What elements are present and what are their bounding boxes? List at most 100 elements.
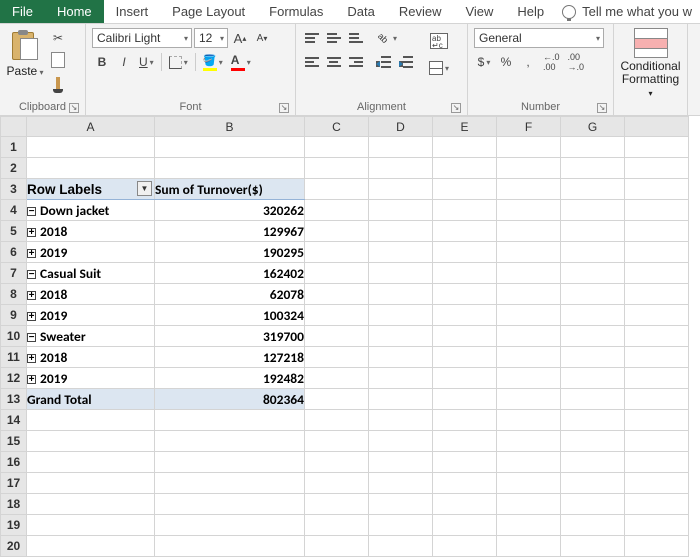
tab-data[interactable]: Data xyxy=(335,0,386,23)
tell-me-search[interactable]: Tell me what you w xyxy=(556,0,698,23)
pivot-group-1-year-1-value[interactable]: 100324 xyxy=(155,305,305,326)
pivot-group-1-total[interactable]: 162402 xyxy=(155,263,305,284)
borders-button[interactable] xyxy=(166,52,191,72)
pivot-grand-total-label[interactable]: Grand Total xyxy=(27,389,155,410)
column-headers[interactable]: A B C D E F G xyxy=(1,117,689,137)
row-header-14[interactable]: 14 xyxy=(1,410,27,431)
expand-icon[interactable]: + xyxy=(27,375,36,384)
fill-color-button[interactable]: 🪣 xyxy=(200,52,226,72)
font-name-select[interactable]: Calibri Light xyxy=(92,28,192,48)
collapse-icon[interactable]: − xyxy=(27,270,36,279)
tab-view[interactable]: View xyxy=(453,0,505,23)
row-header-13[interactable]: 13 xyxy=(1,389,27,410)
row-header-7[interactable]: 7 xyxy=(1,263,27,284)
pivot-row-labels-header[interactable]: Row Labels▼ xyxy=(27,179,155,200)
align-center-button[interactable] xyxy=(324,52,344,72)
pivot-group-1-year-0[interactable]: +2018 xyxy=(27,284,155,305)
merge-center-button[interactable] xyxy=(426,58,452,78)
tab-home[interactable]: Home xyxy=(45,0,104,23)
cut-button[interactable]: ✂ xyxy=(48,28,68,48)
decrease-font-button[interactable]: A▾ xyxy=(252,28,272,48)
worksheet-grid[interactable]: A B C D E F G 123Row Labels▼Sum of Turno… xyxy=(0,116,700,557)
copy-button[interactable] xyxy=(48,50,68,70)
row-header-10[interactable]: 10 xyxy=(1,326,27,347)
row-header-3[interactable]: 3 xyxy=(1,179,27,200)
pivot-value-header[interactable]: Sum of Turnover($) xyxy=(155,179,305,200)
align-left-button[interactable] xyxy=(302,52,322,72)
pivot-group-0-total[interactable]: 320262 xyxy=(155,200,305,221)
col-header-B[interactable]: B xyxy=(155,117,305,137)
row-header-9[interactable]: 9 xyxy=(1,305,27,326)
collapse-icon[interactable]: − xyxy=(27,333,36,342)
font-color-button[interactable]: A xyxy=(228,52,254,72)
row-header-4[interactable]: 4 xyxy=(1,200,27,221)
col-header-C[interactable]: C xyxy=(305,117,369,137)
row-header-19[interactable]: 19 xyxy=(1,515,27,536)
col-header-F[interactable]: F xyxy=(497,117,561,137)
select-all-corner[interactable] xyxy=(1,117,27,137)
expand-icon[interactable]: + xyxy=(27,249,36,258)
pivot-group-1[interactable]: −Casual Suit xyxy=(27,263,155,284)
tab-review[interactable]: Review xyxy=(387,0,454,23)
align-middle-button[interactable] xyxy=(324,28,344,48)
pivot-group-1-year-1[interactable]: +2019 xyxy=(27,305,155,326)
pivot-group-2[interactable]: −Sweater xyxy=(27,326,155,347)
pivot-group-2-year-0-value[interactable]: 127218 xyxy=(155,347,305,368)
number-format-select[interactable]: General xyxy=(474,28,604,48)
format-painter-button[interactable] xyxy=(48,72,68,92)
number-launcher[interactable]: ↘ xyxy=(597,103,607,113)
pivot-group-0[interactable]: −Down jacket xyxy=(27,200,155,221)
expand-icon[interactable]: + xyxy=(27,291,36,300)
clipboard-launcher[interactable]: ↘ xyxy=(69,103,79,113)
row-header-1[interactable]: 1 xyxy=(1,137,27,158)
increase-indent-button[interactable] xyxy=(396,52,416,72)
row-header-16[interactable]: 16 xyxy=(1,452,27,473)
row-header-8[interactable]: 8 xyxy=(1,284,27,305)
tab-help[interactable]: Help xyxy=(505,0,556,23)
paste-button[interactable]: Paste xyxy=(6,28,44,78)
row-header-17[interactable]: 17 xyxy=(1,473,27,494)
decrease-indent-button[interactable] xyxy=(374,52,394,72)
increase-decimal-button[interactable]: ←.0.00 xyxy=(540,52,563,72)
pivot-group-1-year-0-value[interactable]: 62078 xyxy=(155,284,305,305)
decrease-decimal-button[interactable]: .00→.0 xyxy=(565,52,588,72)
row-header-20[interactable]: 20 xyxy=(1,536,27,557)
pivot-group-0-year-0[interactable]: +2018 xyxy=(27,221,155,242)
font-launcher[interactable]: ↘ xyxy=(279,103,289,113)
row-header-2[interactable]: 2 xyxy=(1,158,27,179)
row-header-6[interactable]: 6 xyxy=(1,242,27,263)
orientation-button[interactable] xyxy=(374,28,400,48)
expand-icon[interactable]: + xyxy=(27,354,36,363)
comma-format-button[interactable]: , xyxy=(518,52,538,72)
row-header-12[interactable]: 12 xyxy=(1,368,27,389)
pivot-group-2-year-1[interactable]: +2019 xyxy=(27,368,155,389)
conditional-formatting-button[interactable]: ConditionalFormatting ▾ xyxy=(620,28,681,100)
expand-icon[interactable]: + xyxy=(27,228,36,237)
underline-button[interactable]: U xyxy=(136,52,157,72)
row-header-11[interactable]: 11 xyxy=(1,347,27,368)
tab-insert[interactable]: Insert xyxy=(104,0,161,23)
pivot-grand-total-value[interactable]: 802364 xyxy=(155,389,305,410)
percent-format-button[interactable]: % xyxy=(496,52,516,72)
pivot-group-0-year-1-value[interactable]: 190295 xyxy=(155,242,305,263)
pivot-filter-button[interactable]: ▼ xyxy=(137,181,152,196)
pivot-group-2-total[interactable]: 319700 xyxy=(155,326,305,347)
row-header-18[interactable]: 18 xyxy=(1,494,27,515)
accounting-format-button[interactable]: $ xyxy=(474,52,494,72)
pivot-group-0-year-0-value[interactable]: 129967 xyxy=(155,221,305,242)
col-header-D[interactable]: D xyxy=(369,117,433,137)
italic-button[interactable]: I xyxy=(114,52,134,72)
collapse-icon[interactable]: − xyxy=(27,207,36,216)
col-header-E[interactable]: E xyxy=(433,117,497,137)
tab-formulas[interactable]: Formulas xyxy=(257,0,335,23)
align-bottom-button[interactable] xyxy=(346,28,366,48)
row-header-5[interactable]: 5 xyxy=(1,221,27,242)
expand-icon[interactable]: + xyxy=(27,312,36,321)
pivot-group-2-year-1-value[interactable]: 192482 xyxy=(155,368,305,389)
pivot-group-0-year-1[interactable]: +2019 xyxy=(27,242,155,263)
pivot-group-2-year-0[interactable]: +2018 xyxy=(27,347,155,368)
font-size-select[interactable]: 12 xyxy=(194,28,228,48)
tab-file[interactable]: File xyxy=(0,0,45,23)
tab-page-layout[interactable]: Page Layout xyxy=(160,0,257,23)
align-right-button[interactable] xyxy=(346,52,366,72)
